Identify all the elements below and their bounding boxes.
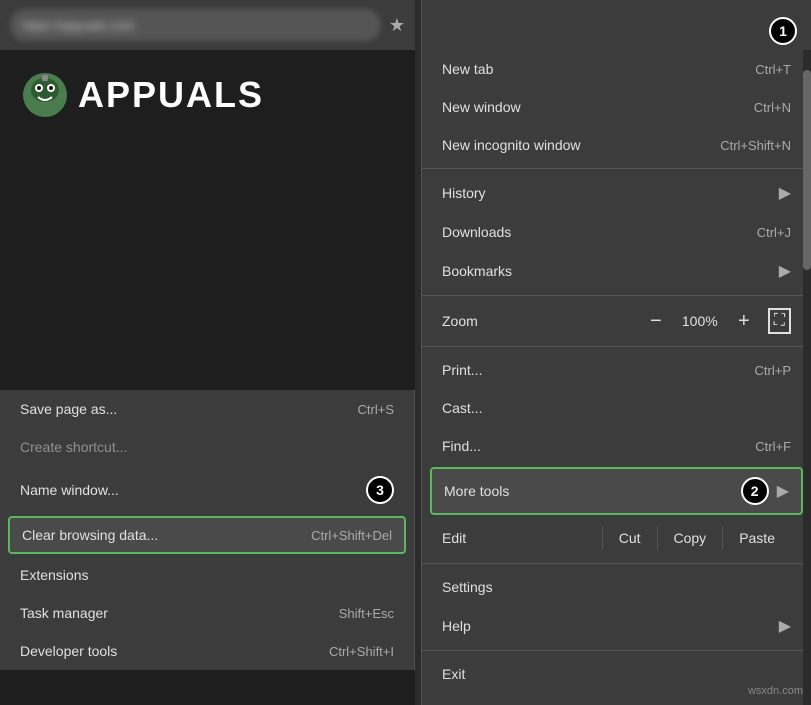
menu-item-new-tab[interactable]: New tab Ctrl+T	[422, 50, 811, 88]
separator-1	[422, 168, 811, 169]
submenu-save-page-label: Save page as...	[20, 401, 117, 417]
scrollbar-thumb[interactable]	[803, 70, 811, 270]
zoom-fullscreen-button[interactable]: ⛶	[768, 308, 791, 334]
annotation-1: 1	[769, 17, 797, 45]
menu-item-print-shortcut: Ctrl+P	[755, 363, 791, 378]
menu-item-bookmarks[interactable]: Bookmarks ▶	[422, 251, 811, 291]
menu-item-exit-label: Exit	[442, 666, 465, 682]
menu-item-help-arrow: ▶	[779, 616, 791, 636]
edit-row: Edit Cut Copy Paste	[422, 517, 811, 559]
submenu-developer-tools-label: Developer tools	[20, 643, 117, 659]
zoom-value: 100%	[680, 313, 720, 329]
menu-item-more-tools[interactable]: More tools 2 ▶	[430, 467, 803, 515]
menu-item-new-window-label: New window	[442, 99, 521, 115]
menu-item-find[interactable]: Find... Ctrl+F	[422, 427, 811, 465]
menu-item-history[interactable]: History ▶	[422, 173, 811, 213]
browser-top-bar: https://appuals.com ★	[0, 0, 415, 50]
submenu-clear-browsing-shortcut: Ctrl+Shift+Del	[311, 528, 392, 543]
annotation-3: 3	[366, 476, 394, 504]
menu-item-bookmarks-arrow: ▶	[779, 261, 791, 281]
cut-button[interactable]: Cut	[602, 526, 657, 550]
menu-item-print-label: Print...	[442, 362, 482, 378]
separator-4	[422, 563, 811, 564]
more-tools-submenu: Save page as... Ctrl+S Create shortcut..…	[0, 390, 415, 670]
zoom-label: Zoom	[442, 313, 644, 329]
separator-5	[422, 650, 811, 651]
menu-item-downloads-label: Downloads	[442, 224, 511, 240]
zoom-controls: − 100% + ⛶	[644, 308, 791, 334]
zoom-minus-button[interactable]: −	[644, 310, 668, 333]
more-tools-row: More tools 2 ▶	[422, 465, 811, 517]
submenu-developer-tools-shortcut: Ctrl+Shift+I	[329, 644, 394, 659]
menu-item-find-shortcut: Ctrl+F	[755, 439, 791, 454]
address-bar[interactable]: https://appuals.com	[10, 9, 381, 41]
watermark: wsxdn.com	[748, 685, 803, 697]
submenu-create-shortcut[interactable]: Create shortcut...	[0, 428, 414, 466]
menu-item-new-window[interactable]: New window Ctrl+N	[422, 88, 811, 126]
more-tools-right: 2 ▶	[741, 477, 789, 505]
submenu-task-manager-label: Task manager	[20, 605, 108, 621]
menu-item-cast-label: Cast...	[442, 400, 482, 416]
menu-item-settings-label: Settings	[442, 579, 493, 595]
annotation-2: 2	[741, 477, 769, 505]
submenu-name-window[interactable]: Name window... 3	[0, 466, 414, 514]
menu-item-history-label: History	[442, 185, 486, 201]
bookmark-star-icon[interactable]: ★	[389, 15, 405, 36]
menu-item-incognito[interactable]: New incognito window Ctrl+Shift+N	[422, 126, 811, 164]
submenu-clear-row-wrapper: Clear browsing data... Ctrl+Shift+Del	[0, 514, 414, 556]
zoom-row: Zoom − 100% + ⛶	[422, 300, 811, 342]
menu-item-new-tab-label: New tab	[442, 61, 493, 77]
submenu-save-page[interactable]: Save page as... Ctrl+S	[0, 390, 414, 428]
appuals-logo: APPUALS	[20, 70, 264, 120]
menu-item-downloads[interactable]: Downloads Ctrl+J	[422, 213, 811, 251]
logo-text: APPUALS	[78, 74, 264, 116]
submenu-task-manager-shortcut: Shift+Esc	[339, 606, 394, 621]
menu-item-history-arrow: ▶	[779, 183, 791, 203]
menu-item-downloads-shortcut: Ctrl+J	[757, 225, 791, 240]
menu-item-help-label: Help	[442, 618, 471, 634]
submenu-clear-browsing-label: Clear browsing data...	[22, 527, 158, 543]
menu-item-find-label: Find...	[442, 438, 481, 454]
submenu-developer-tools[interactable]: Developer tools Ctrl+Shift+I	[0, 632, 414, 670]
menu-item-settings[interactable]: Settings	[422, 568, 811, 606]
submenu-create-shortcut-label: Create shortcut...	[20, 439, 127, 455]
menu-item-more-tools-arrow: ▶	[777, 481, 789, 501]
menu-item-incognito-label: New incognito window	[442, 137, 581, 153]
menu-item-help[interactable]: Help ▶	[422, 606, 811, 646]
paste-button[interactable]: Paste	[722, 526, 791, 550]
submenu-extensions-label: Extensions	[20, 567, 88, 583]
menu-item-more-tools-label: More tools	[444, 483, 509, 499]
menu-item-print[interactable]: Print... Ctrl+P	[422, 351, 811, 389]
submenu-extensions[interactable]: Extensions	[0, 556, 414, 594]
submenu-clear-browsing[interactable]: Clear browsing data... Ctrl+Shift+Del	[8, 516, 406, 554]
logo-mascot-icon	[20, 70, 70, 120]
edit-label: Edit	[442, 530, 602, 546]
submenu-save-page-shortcut: Ctrl+S	[358, 402, 394, 417]
menu-item-new-window-shortcut: Ctrl+N	[754, 100, 791, 115]
submenu-name-window-label: Name window...	[20, 482, 119, 498]
menu-item-cast[interactable]: Cast...	[422, 389, 811, 427]
scrollbar-track	[803, 50, 811, 705]
separator-3	[422, 346, 811, 347]
menu-item-bookmarks-label: Bookmarks	[442, 263, 512, 279]
separator-2	[422, 295, 811, 296]
chrome-main-menu: New tab Ctrl+T New window Ctrl+N New inc…	[421, 0, 811, 705]
zoom-plus-button[interactable]: +	[732, 310, 756, 333]
menu-item-new-tab-shortcut: Ctrl+T	[755, 62, 791, 77]
submenu-task-manager[interactable]: Task manager Shift+Esc	[0, 594, 414, 632]
menu-item-incognito-shortcut: Ctrl+Shift+N	[720, 138, 791, 153]
copy-button[interactable]: Copy	[657, 526, 723, 550]
